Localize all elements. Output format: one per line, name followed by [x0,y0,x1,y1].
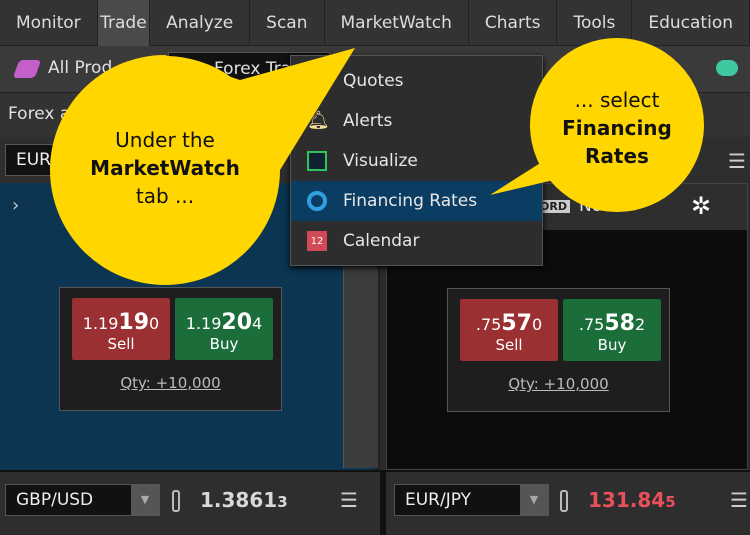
right-callout-text: ... select Financing Rates [562,88,672,168]
callout-bubbles [50,38,704,285]
left-callout-text: Under the MarketWatch tab ... [90,128,240,208]
